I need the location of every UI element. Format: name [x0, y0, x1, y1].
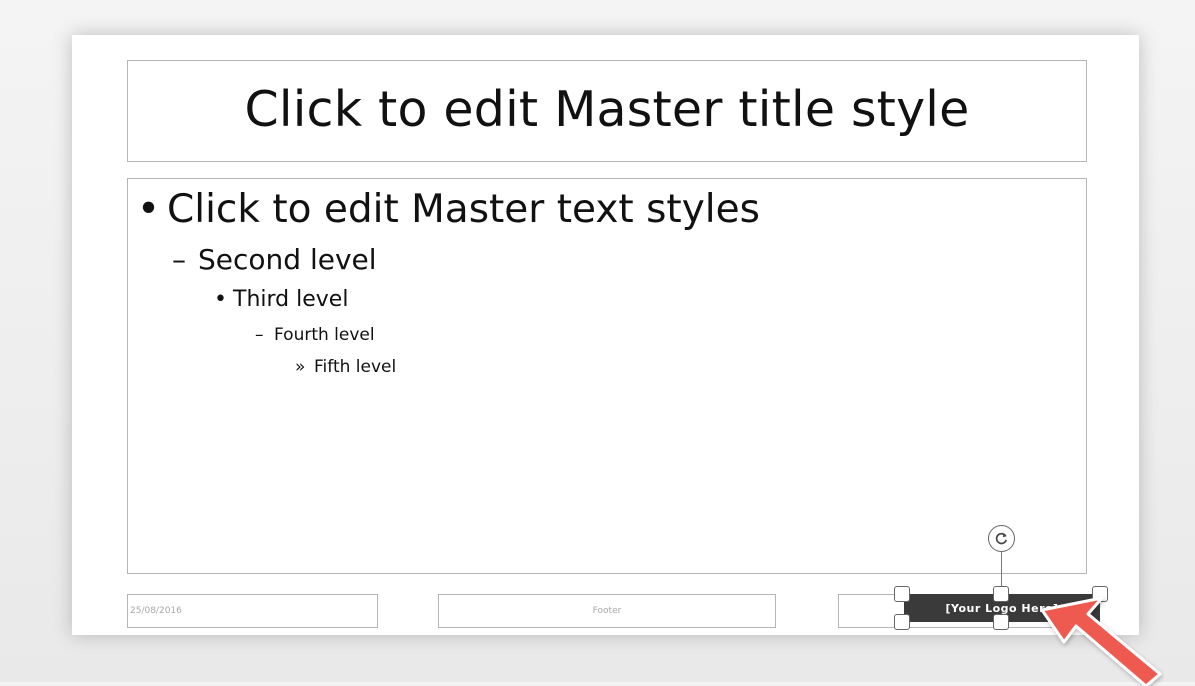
bullet-icon: •: [137, 187, 161, 232]
title-placeholder[interactable]: Click to edit Master title style: [127, 60, 1087, 162]
text-level-1: • Click to edit Master text styles: [137, 187, 760, 232]
rotate-handle-stem: [1001, 550, 1002, 586]
resize-handle-top[interactable]: [993, 586, 1009, 602]
text-level-3-label: Third level: [233, 287, 349, 312]
footer-text: Footer: [592, 606, 622, 616]
text-level-2: – Second level: [172, 243, 377, 276]
rotate-icon[interactable]: [988, 525, 1015, 552]
text-level-1-label: Click to edit Master text styles: [167, 187, 760, 232]
text-level-4: – Fourth level: [255, 325, 375, 345]
resize-handle-top-left[interactable]: [894, 586, 910, 602]
text-level-2-label: Second level: [198, 243, 377, 276]
text-level-5: » Fifth level: [295, 357, 396, 377]
arrow-pointer-icon: [1040, 596, 1162, 686]
footer-placeholder[interactable]: Footer: [438, 594, 776, 628]
double-chevron-bullet-icon: »: [295, 357, 306, 377]
date-placeholder[interactable]: 25/08/2016: [127, 594, 378, 628]
title-text: Click to edit Master title style: [244, 80, 970, 138]
dash-bullet-icon: –: [172, 243, 186, 276]
date-text: 25/08/2016: [130, 606, 182, 616]
dash-bullet-icon: –: [255, 325, 264, 345]
text-level-4-label: Fourth level: [274, 325, 375, 345]
text-level-5-label: Fifth level: [314, 357, 397, 377]
text-level-3: • Third level: [214, 287, 348, 312]
slide-canvas: Click to edit Master title style • Click …: [0, 0, 1195, 686]
resize-handle-bottom-left[interactable]: [894, 614, 910, 630]
slide-master[interactable]: Click to edit Master title style • Click …: [72, 35, 1139, 635]
resize-handle-bottom[interactable]: [993, 614, 1009, 630]
body-placeholder[interactable]: • Click to edit Master text styles – Secon…: [127, 178, 1087, 574]
rotate-arrow-icon: [995, 532, 1007, 545]
bullet-icon: •: [214, 287, 227, 312]
